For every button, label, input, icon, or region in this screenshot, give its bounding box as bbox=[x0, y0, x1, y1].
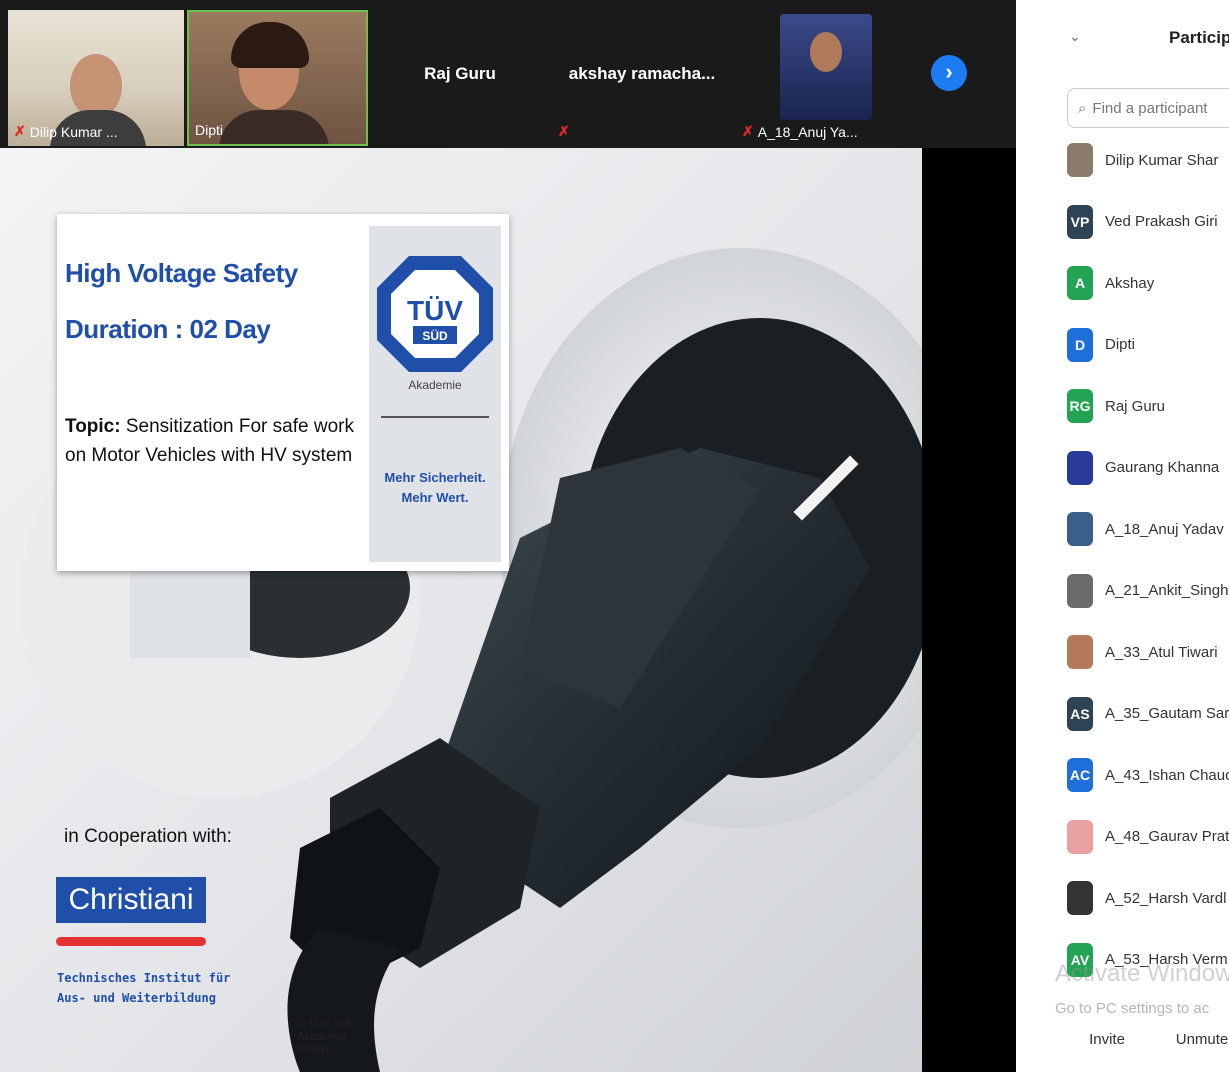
video-tile-raj-guru[interactable]: Raj Guru bbox=[372, 10, 548, 146]
participant-row[interactable]: D Dipti bbox=[1067, 325, 1135, 365]
avatar bbox=[1067, 143, 1093, 177]
activation-watermark-sub: Go to PC settings to ac bbox=[1055, 1000, 1210, 1017]
tuv-logo-sub: SÜD bbox=[422, 328, 448, 343]
participant-video-face bbox=[70, 54, 122, 118]
activation-watermark: Activate Window bbox=[1055, 960, 1229, 987]
participant-name: A_52_Harsh Vardl bbox=[1105, 889, 1227, 907]
participant-name: A_18_Anuj Yadav bbox=[1105, 520, 1224, 538]
participant-name: Dilip Kumar Shar bbox=[1105, 151, 1219, 169]
participant-name: A_21_Ankit_Singh bbox=[1105, 582, 1229, 599]
participant-name: Gaurang Khanna bbox=[1105, 459, 1220, 476]
mic-muted-icon: ✗ bbox=[14, 123, 26, 139]
participant-name: A_48_Gaurav Prat bbox=[1105, 828, 1229, 845]
participant-name: Akshay bbox=[1105, 274, 1155, 292]
participant-video-face bbox=[810, 32, 842, 72]
course-title: High Voltage Safety bbox=[65, 258, 298, 288]
avatar: RG bbox=[1067, 389, 1093, 423]
avatar bbox=[1067, 635, 1093, 669]
avatar: AS bbox=[1067, 696, 1093, 731]
tuv-sud-panel: TÜV SÜD Akademie Mehr Sicherheit. Mehr W… bbox=[369, 226, 501, 562]
partner-tagline-1: Technisches Institut für bbox=[57, 971, 231, 985]
unmute-button[interactable]: Unmute bbox=[1167, 1024, 1229, 1056]
tuv-logo-text: TÜV bbox=[407, 295, 463, 326]
cooperation-label: in Cooperation with: bbox=[64, 826, 232, 847]
avatar: VP bbox=[1067, 204, 1093, 239]
participant-row[interactable]: AC A_43_Ishan Chauc bbox=[1067, 755, 1229, 795]
participant-name: A_43_Ishan Chauc bbox=[1105, 766, 1229, 784]
participants-panel: ⌄ Particip ⌕ Find a participant Dilip Ku… bbox=[1047, 0, 1229, 1072]
participant-row[interactable]: Dilip Kumar Shar bbox=[1067, 140, 1218, 180]
search-icon: ⌕ bbox=[1078, 99, 1087, 117]
participant-name: Dipti bbox=[1105, 336, 1136, 353]
participant-row[interactable]: A_21_Ankit_Singh bbox=[1067, 571, 1228, 611]
participant-video-hair bbox=[231, 22, 309, 68]
participant-row[interactable]: Gaurang Khanna bbox=[1067, 448, 1219, 488]
participant-row[interactable]: AS A_35_Gautam Sar bbox=[1067, 694, 1229, 734]
course-title-card: High Voltage Safety Duration : 02 Day To… bbox=[57, 214, 509, 571]
participant-row[interactable]: A_48_Gaurav Prat bbox=[1067, 817, 1229, 857]
search-placeholder: Find a participant bbox=[1092, 99, 1208, 117]
course-duration: Duration : 02 Day bbox=[65, 314, 271, 344]
mic-muted-icon: ✗ bbox=[558, 123, 570, 139]
video-tile-name: ✗ Dilip Kumar ... bbox=[14, 123, 118, 140]
christiani-logo-underline bbox=[56, 937, 206, 946]
copyright-text: © TÜV SÜD Akademie GmbH bbox=[297, 1018, 357, 1056]
avatar bbox=[1067, 881, 1093, 915]
participant-name: A_35_Gautam Sar bbox=[1105, 705, 1229, 722]
video-tile-name: Raj Guru bbox=[424, 64, 496, 83]
video-tile-anuj[interactable]: ✗ A_18_Anuj Ya... bbox=[736, 10, 912, 146]
video-strip: ✗ Dilip Kumar ... Dipti Raj Guru akshay r… bbox=[0, 0, 1016, 148]
participant-video-body bbox=[219, 110, 329, 144]
avatar bbox=[1067, 450, 1093, 485]
avatar: A bbox=[1067, 266, 1093, 300]
next-videos-button[interactable]: › bbox=[931, 55, 967, 91]
christiani-logo: Christiani bbox=[56, 877, 206, 923]
chevron-down-icon[interactable]: ⌄ bbox=[1069, 28, 1081, 45]
participant-row[interactable]: A_33_Atul Tiwari bbox=[1067, 632, 1218, 672]
participant-search-input[interactable]: ⌕ Find a participant bbox=[1067, 88, 1229, 128]
participant-row[interactable]: A Akshay bbox=[1067, 263, 1154, 303]
akademie-label: Akademie bbox=[408, 378, 462, 392]
chevron-right-icon: › bbox=[945, 59, 953, 84]
video-tile-name: ✗ A_18_Anuj Ya... bbox=[742, 123, 858, 140]
participant-name: Raj Guru bbox=[1105, 397, 1166, 415]
invite-button[interactable]: Invite bbox=[1077, 1024, 1137, 1056]
video-tile-akshay[interactable]: akshay ramacha... ✗ bbox=[552, 10, 732, 146]
video-tile-dilip[interactable]: ✗ Dilip Kumar ... bbox=[8, 10, 184, 146]
participant-row[interactable]: A_18_Anuj Yadav bbox=[1067, 509, 1224, 549]
participant-row[interactable]: VP Ved Prakash Giri bbox=[1067, 202, 1218, 242]
mic-muted-icon: ✗ bbox=[742, 123, 754, 139]
shared-slide: High Voltage Safety Duration : 02 Day To… bbox=[0, 148, 922, 1072]
avatar: D bbox=[1067, 327, 1093, 362]
video-tile-dipti[interactable]: Dipti bbox=[187, 10, 368, 146]
avatar bbox=[1067, 819, 1093, 854]
participant-name: Ved Prakash Giri bbox=[1105, 213, 1218, 230]
participant-name: A_33_Atul Tiwari bbox=[1105, 643, 1218, 661]
avatar bbox=[1067, 573, 1093, 608]
motto-line-2: Mehr Wert. bbox=[401, 490, 469, 505]
partner-tagline-2: Aus- und Weiterbildung bbox=[57, 991, 216, 1005]
participant-row[interactable]: A_52_Harsh Vardl bbox=[1067, 878, 1226, 918]
avatar: AC bbox=[1067, 758, 1093, 792]
motto-line-1: Mehr Sicherheit. bbox=[384, 470, 486, 485]
participants-title: Particip bbox=[1169, 28, 1229, 47]
video-tile-name: Dipti bbox=[195, 122, 224, 138]
tuv-sud-logo: TÜV SÜD bbox=[377, 256, 493, 372]
avatar bbox=[1067, 512, 1093, 546]
slide-letterbox bbox=[922, 148, 1016, 1072]
video-tile-name: akshay ramacha... bbox=[568, 64, 716, 83]
mic-muted-indicator: ✗ bbox=[558, 123, 570, 140]
divider bbox=[381, 416, 489, 418]
course-topic: Topic: Sensitization For safe work on Mo… bbox=[65, 416, 354, 466]
participant-row[interactable]: RG Raj Guru bbox=[1067, 386, 1165, 426]
